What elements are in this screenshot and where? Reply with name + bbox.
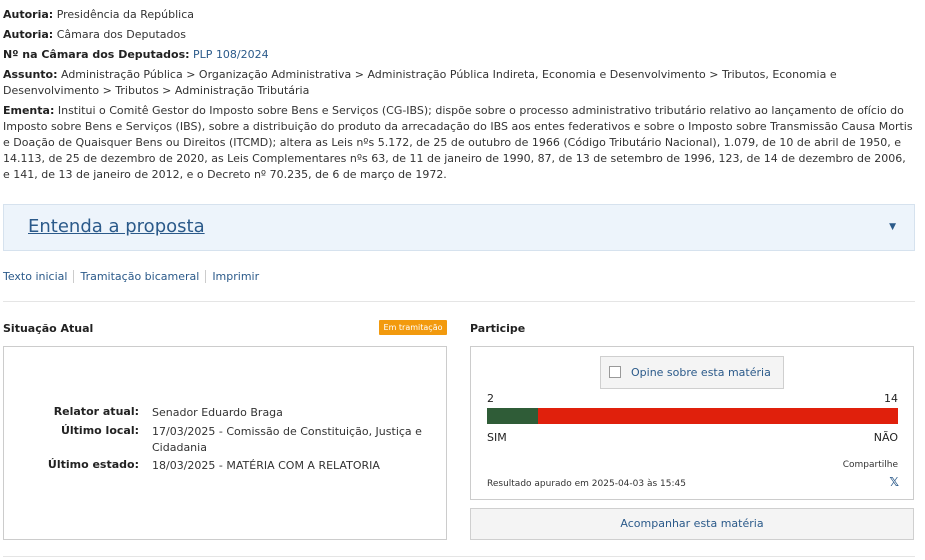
divider [3, 301, 915, 302]
opine-label: Opine sobre esta matéria [631, 366, 771, 379]
vote-bar-yes [487, 408, 539, 424]
entenda-accordion[interactable]: Entenda a proposta ▼ [3, 204, 915, 251]
acompanhar-label: Acompanhar esta matéria [620, 517, 764, 530]
camara-number-link[interactable]: PLP 108/2024 [193, 48, 269, 61]
autoria-row: Autoria: Presidência da República [3, 7, 915, 23]
caret-down-icon[interactable]: ▼ [889, 222, 896, 232]
yes-count: 2 [487, 392, 494, 405]
ementa-row: Ementa: Institui o Comitê Gestor do Impo… [3, 103, 915, 183]
broken-image-icon [609, 366, 621, 378]
opine-button[interactable]: Opine sobre esta matéria [600, 356, 784, 389]
x-twitter-icon[interactable]: 𝕏 [889, 475, 899, 489]
assunto-value: Administração Pública > Organização Admi… [3, 68, 837, 97]
action-links: Texto inicial Tramitação bicameral Imprimi… [3, 270, 266, 284]
divider-bottom [3, 556, 915, 557]
no-count: 14 [884, 392, 898, 405]
camara-row: Nº na Câmara dos Deputados: PLP 108/2024 [3, 47, 915, 63]
autoria-value-2: Câmara dos Deputados [56, 28, 186, 41]
autoria-value: Presidência da República [56, 8, 194, 21]
ementa-value: Institui o Comitê Gestor do Imposto sobr… [3, 104, 913, 181]
situacao-box: Relator atual: Senador Eduardo Braga Últ… [3, 346, 447, 540]
situacao-title: Situação Atual [3, 322, 94, 335]
imprimir-link[interactable]: Imprimir [205, 270, 266, 283]
relator-value: Senador Eduardo Braga [152, 406, 283, 419]
relator-label: Relator atual: [53, 405, 139, 418]
local-label: Último local: [60, 424, 139, 437]
share-label: Compartilhe [842, 460, 898, 470]
status-badge: Em tramitação [379, 320, 447, 335]
vote-bar [487, 408, 898, 424]
assunto-label: Assunto: [3, 68, 58, 81]
autoria-row-2: Autoria: Câmara dos Deputados [3, 27, 915, 43]
result-timestamp: Resultado apurado em 2025-04-03 às 15:45 [487, 479, 686, 489]
participe-title: Participe [470, 322, 526, 335]
estado-label: Último estado: [47, 458, 139, 471]
no-label: NÃO [873, 431, 898, 444]
yes-label: SIM [487, 431, 507, 444]
ementa-label: Ementa: [3, 104, 55, 117]
acompanhar-button[interactable]: Acompanhar esta matéria [470, 508, 914, 540]
share-icons: 𝕏 [889, 475, 899, 489]
camara-label: Nº na Câmara dos Deputados: [3, 48, 190, 61]
assunto-row: Assunto: Administração Pública > Organiz… [3, 67, 915, 99]
autoria-label: Autoria: [3, 8, 54, 21]
autoria-label-2: Autoria: [3, 28, 54, 41]
local-value: 17/03/2025 - Comissão de Constituição, J… [152, 425, 422, 454]
tramitacao-link[interactable]: Tramitação bicameral [73, 270, 206, 283]
participe-box: Opine sobre esta matéria 2 14 SIM NÃO Co… [470, 346, 914, 500]
accordion-title[interactable]: Entenda a proposta [28, 216, 205, 237]
texto-inicial-link[interactable]: Texto inicial [3, 270, 73, 283]
estado-value: 18/03/2025 - MATÉRIA COM A RELATORIA [152, 459, 380, 472]
